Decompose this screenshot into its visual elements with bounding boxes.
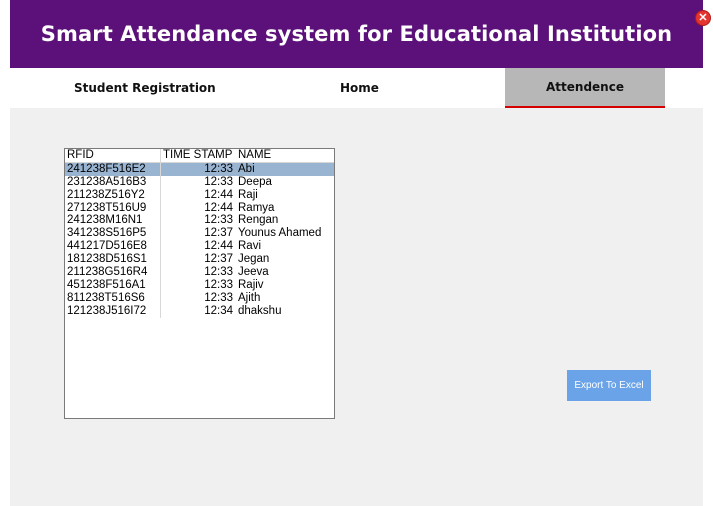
table-row[interactable]: 121238J516I72 12:34 dhakshu: [65, 304, 334, 318]
time-stamp-cell: 12:33: [204, 214, 233, 227]
column-header-time-stamp[interactable]: TIME STAMP: [161, 149, 236, 162]
table-row[interactable]: 451238F516A1 12:33 Rajiv: [65, 278, 334, 292]
name-cell: Ajith: [238, 291, 261, 304]
rfid-cell: 121238J516I72: [65, 304, 161, 318]
table-header: RFID TIME STAMP NAME: [65, 149, 334, 163]
name-cell: Abi: [238, 162, 255, 175]
column-header-rfid[interactable]: RFID: [65, 149, 161, 162]
name-cell: Deepa: [238, 175, 272, 188]
close-icon[interactable]: ✕: [695, 10, 711, 26]
rfid-cell: 231238A516B3: [65, 175, 161, 189]
name-cell: Rajiv: [238, 278, 264, 291]
rfid-cell: 441217D516E8: [65, 240, 161, 254]
nav-bar: Student Registration Home Attendence: [10, 68, 703, 108]
tab-attendence[interactable]: Attendence: [505, 68, 665, 108]
name-cell: Jeeva: [238, 266, 269, 279]
time-stamp-cell: 12:33: [204, 162, 233, 175]
title-bar: Smart Attendance system for Educational …: [10, 0, 711, 68]
table-row[interactable]: 441217D516E8 12:44 Ravi: [65, 240, 334, 254]
rfid-cell: 241238M16N1: [65, 214, 161, 228]
time-stamp-cell: 12:33: [204, 291, 233, 304]
table-row[interactable]: 241238F516E2 12:33 Abi: [65, 162, 334, 176]
rfid-cell: 211238G516R4: [65, 266, 161, 279]
column-header-name[interactable]: NAME: [236, 149, 334, 162]
rfid-cell: 181238D516S1: [65, 253, 161, 267]
time-stamp-cell: 12:33: [204, 278, 233, 291]
table-row[interactable]: 811238T516S6 12:33 Ajith: [65, 291, 334, 305]
table-row[interactable]: 181238D516S1 12:37 Jegan: [65, 253, 334, 267]
time-stamp-cell: 12:44: [204, 188, 233, 201]
table-row[interactable]: 341238S516P5 12:37 Younus Ahamed: [65, 227, 334, 241]
time-stamp-cell: 12:44: [204, 240, 233, 253]
rfid-cell: 271238T516U9: [65, 201, 161, 215]
name-cell: Raji: [238, 188, 258, 201]
rfid-cell: 451238F516A1: [65, 278, 161, 292]
export-to-excel-button[interactable]: Export To Excel: [567, 370, 651, 401]
tab-home[interactable]: Home: [340, 68, 379, 108]
name-cell: Ramya: [238, 201, 275, 214]
time-stamp-cell: 12:37: [204, 253, 233, 266]
rfid-cell: 341238S516P5: [65, 227, 161, 241]
name-cell: Jegan: [238, 253, 270, 266]
time-stamp-cell: 12:37: [204, 227, 233, 240]
name-cell: Younus Ahamed: [238, 227, 322, 240]
rfid-cell: 241238F516E2: [65, 162, 161, 176]
table-row[interactable]: 211238G516R4 12:33 Jeeva: [65, 266, 334, 279]
table-row[interactable]: 271238T516U9 12:44 Ramya: [65, 201, 334, 215]
table-body: 241238F516E2 12:33 Abi 231238A516B3 12:33 Dee…: [65, 162, 334, 318]
tab-student-registration[interactable]: Student Registration: [74, 68, 216, 108]
table-row[interactable]: 231238A516B3 12:33 Deepa: [65, 175, 334, 189]
name-cell: dhakshu: [238, 304, 282, 317]
name-cell: Ravi: [238, 240, 262, 253]
table-row[interactable]: 241238M16N1 12:33 Rengan: [65, 214, 334, 228]
time-stamp-cell: 12:34: [204, 304, 233, 317]
rfid-cell: 811238T516S6: [65, 291, 161, 305]
rfid-cell: 211238Z516Y2: [65, 188, 161, 202]
name-cell: Rengan: [238, 214, 279, 227]
table-row[interactable]: 211238Z516Y2 12:44 Raji: [65, 188, 334, 202]
time-stamp-cell: 12:33: [204, 266, 233, 279]
app-window: Smart Attendance system for Educational …: [10, 0, 711, 506]
attendance-table[interactable]: RFID TIME STAMP NAME 241238F516E2 12:33 Ab…: [64, 148, 335, 419]
time-stamp-cell: 12:33: [204, 175, 233, 188]
time-stamp-cell: 12:44: [204, 201, 233, 214]
app-title: Smart Attendance system for Educational …: [40, 22, 673, 46]
